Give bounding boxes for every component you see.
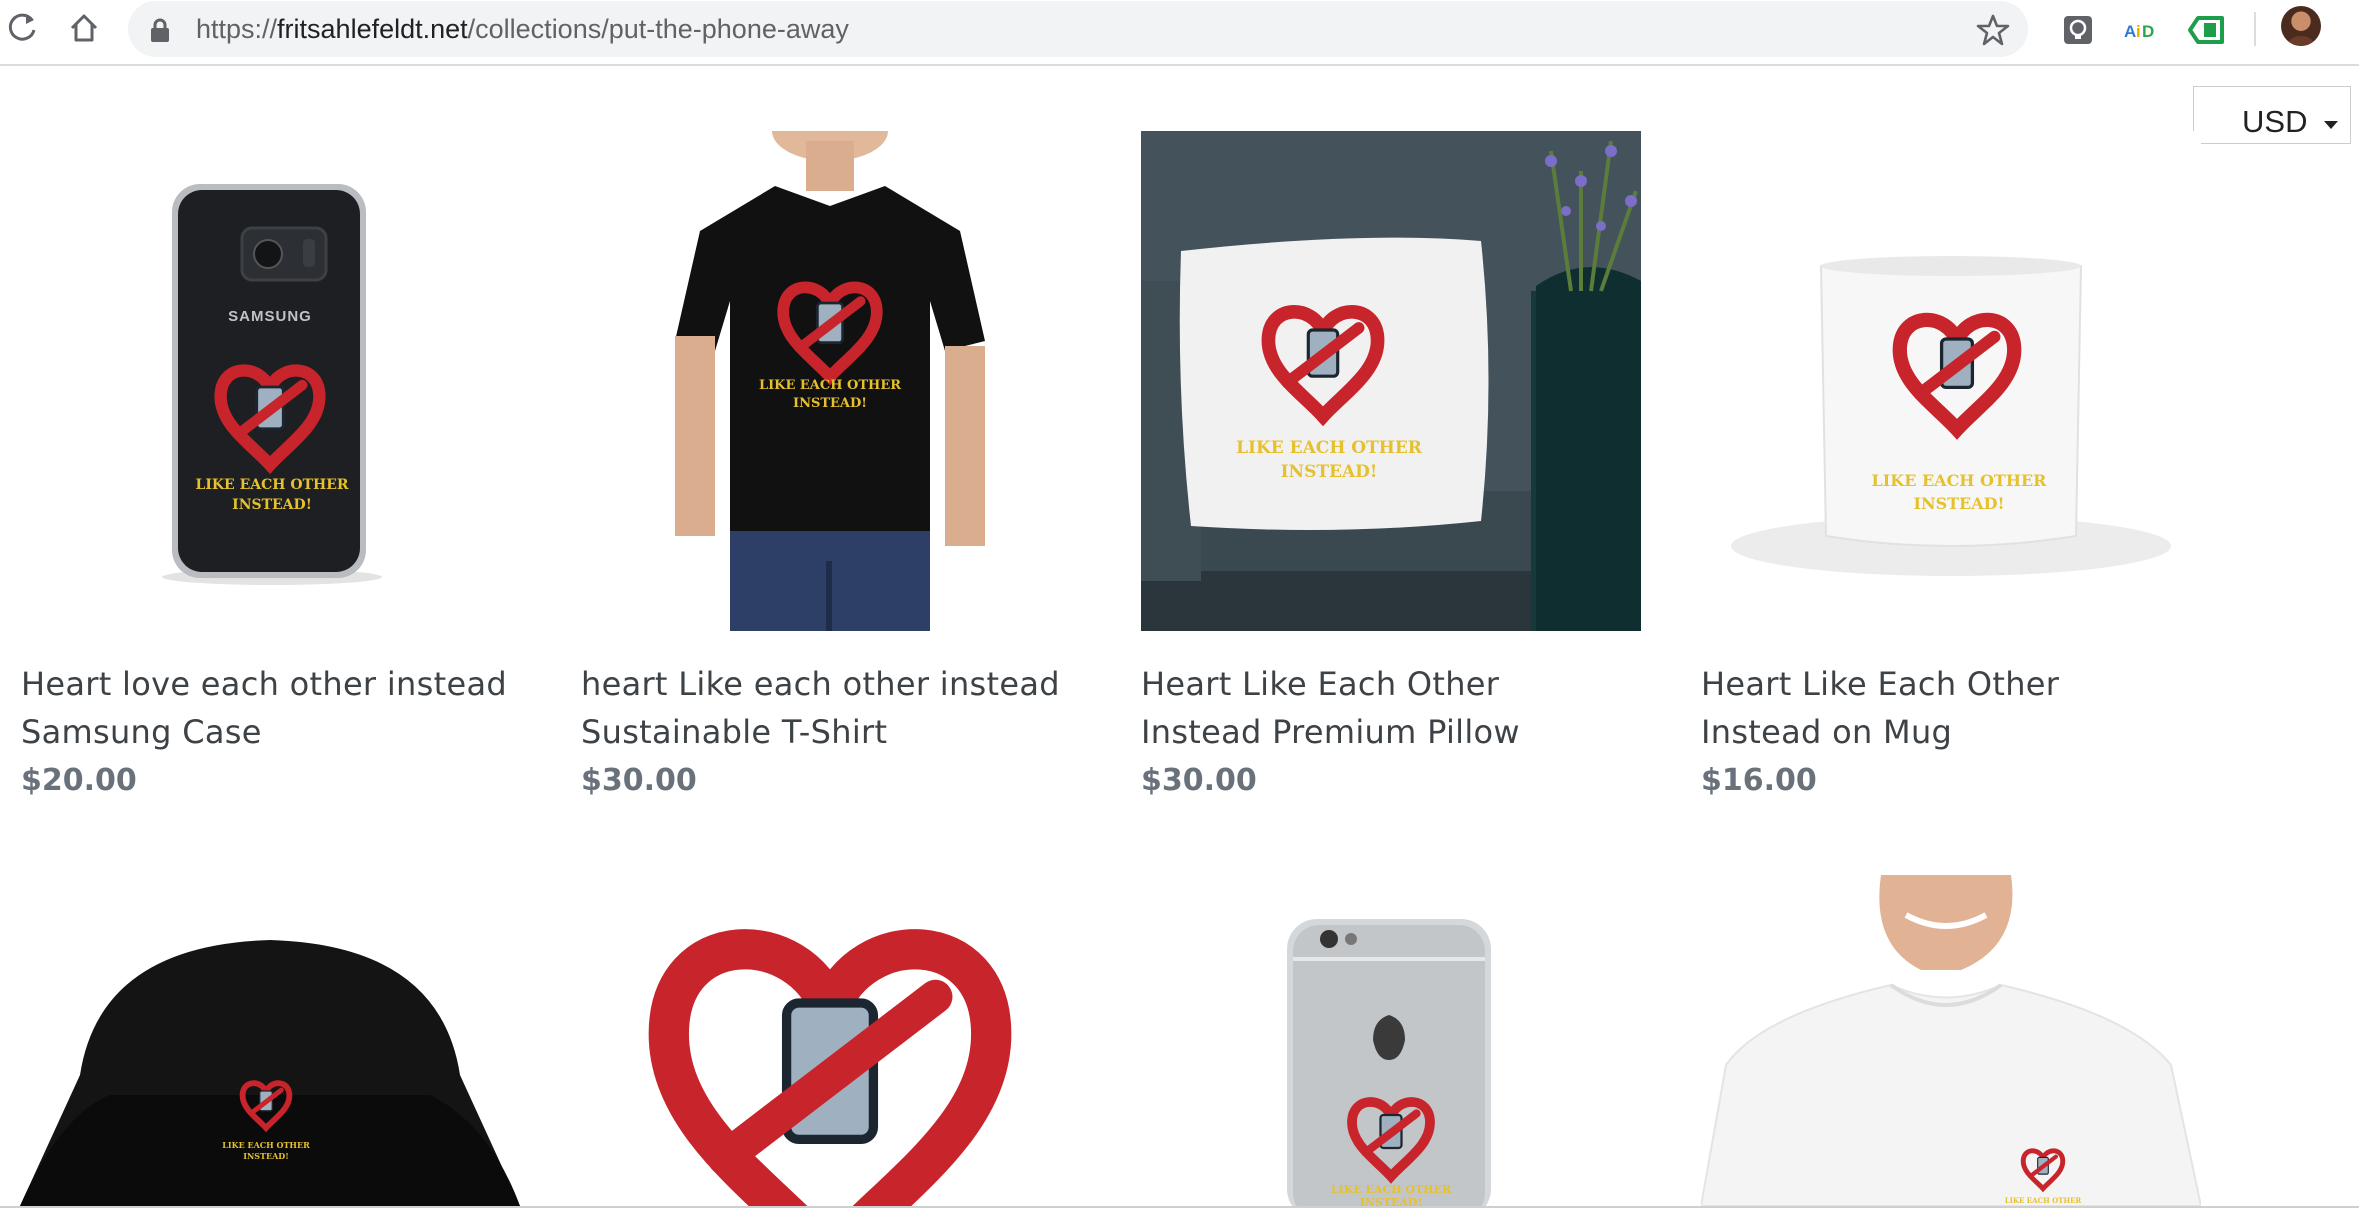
svg-text:LIKE EACH OTHER: LIKE EACH OTHER xyxy=(2005,1196,2082,1205)
currency-selector[interactable]: USD xyxy=(2193,86,2351,144)
reload-icon[interactable] xyxy=(4,10,40,46)
bucket-hat-image[interactable]: LIKE EACH OTHER INSTEAD! xyxy=(20,875,520,1206)
window-bottom-edge xyxy=(0,1206,2359,1208)
product-price: $16.00 xyxy=(1701,763,1817,798)
home-icon[interactable] xyxy=(66,10,102,46)
toolbar-separator xyxy=(2254,12,2256,46)
avatar[interactable] xyxy=(2281,6,2321,46)
svg-text:INSTEAD!: INSTEAD! xyxy=(1281,462,1378,482)
browser-toolbar: https://fritsahlefeldt.net/collections/p… xyxy=(0,0,2359,66)
pillow-image[interactable]: LIKE EACH OTHER INSTEAD! xyxy=(1141,131,1641,631)
samsung-case-image[interactable]: SAMSUNG LIKE EACH OTHER INSTEAD! xyxy=(20,131,520,631)
url-scheme: https:// xyxy=(196,14,278,44)
lightbulb-extension-icon[interactable] xyxy=(2058,10,2098,50)
lock-icon xyxy=(151,18,169,42)
mug-image[interactable]: LIKE EACH OTHER INSTEAD! xyxy=(1701,131,2201,631)
svg-text:D: D xyxy=(2142,22,2154,41)
svg-text:i: i xyxy=(2136,22,2141,41)
svg-text:LIKE EACH OTHER: LIKE EACH OTHER xyxy=(759,378,901,393)
product-title[interactable]: heart Like each other instead Sustainabl… xyxy=(581,660,1121,756)
svg-text:INSTEAD!: INSTEAD! xyxy=(1913,494,2004,513)
white-tshirt-image[interactable]: LIKE EACH OTHER xyxy=(1701,875,2201,1206)
url-host: fritsahlefeldt.net xyxy=(277,14,468,44)
product-price: $30.00 xyxy=(1141,763,1257,798)
svg-text:INSTEAD!: INSTEAD! xyxy=(243,1151,289,1161)
product-price: $30.00 xyxy=(581,763,697,798)
product-price: $20.00 xyxy=(21,763,137,798)
svg-text:INSTEAD!: INSTEAD! xyxy=(232,497,312,513)
svg-text:LIKE EACH OTHER: LIKE EACH OTHER xyxy=(1236,438,1423,458)
address-bar[interactable]: https://fritsahlefeldt.net/collections/p… xyxy=(128,1,2028,57)
svg-text:LIKE EACH OTHER: LIKE EACH OTHER xyxy=(195,477,348,493)
svg-text:LIKE EACH OTHER: LIKE EACH OTHER xyxy=(1872,471,2048,490)
svg-text:INSTEAD!: INSTEAD! xyxy=(1360,1196,1423,1206)
svg-text:LIKE EACH OTHER: LIKE EACH OTHER xyxy=(1331,1183,1452,1196)
svg-text:INSTEAD!: INSTEAD! xyxy=(793,396,867,411)
caret-down-icon xyxy=(2324,121,2338,129)
product-title[interactable]: Heart Like Each Other Instead on Mug xyxy=(1701,660,2121,756)
product-title[interactable]: Heart Like Each Other Instead Premium Pi… xyxy=(1141,660,1601,756)
green-tag-extension-icon[interactable] xyxy=(2186,10,2226,50)
iphone-case-image[interactable]: LIKE EACH OTHER INSTEAD! xyxy=(1141,875,1641,1206)
url-path: /collections/put-the-phone-away xyxy=(467,14,849,44)
aid-extension-icon[interactable]: A i D xyxy=(2122,10,2162,50)
heart-sticker-image[interactable] xyxy=(580,875,1080,1206)
url-text: https://fritsahlefeldt.net/collections/p… xyxy=(196,1,849,57)
svg-text:SAMSUNG: SAMSUNG xyxy=(228,308,312,325)
svg-text:A: A xyxy=(2124,22,2136,41)
currency-value: USD xyxy=(2242,104,2308,139)
svg-text:LIKE EACH OTHER: LIKE EACH OTHER xyxy=(222,1140,310,1150)
star-icon[interactable] xyxy=(1976,13,2010,47)
black-tshirt-image[interactable]: LIKE EACH OTHER INSTEAD! xyxy=(580,131,1080,631)
product-title[interactable]: Heart love each other instead Samsung Ca… xyxy=(21,660,561,756)
